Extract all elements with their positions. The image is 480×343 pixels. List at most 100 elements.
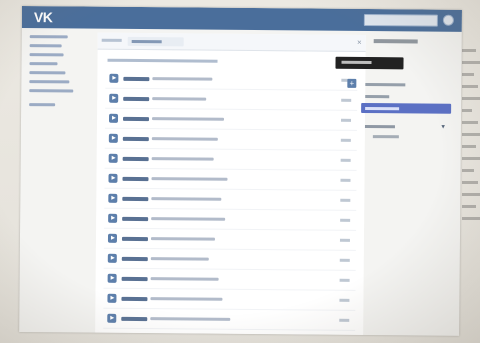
- track-row[interactable]: [104, 108, 358, 131]
- play-icon[interactable]: [107, 313, 117, 323]
- track-artist[interactable]: [122, 176, 149, 182]
- play-icon[interactable]: [109, 73, 119, 83]
- audio-menu-item-active[interactable]: [361, 102, 452, 114]
- track-row[interactable]: [104, 208, 357, 231]
- track-row[interactable]: [103, 308, 356, 331]
- track-artist[interactable]: [121, 276, 148, 282]
- track-duration: [340, 198, 351, 202]
- track-title: [150, 297, 223, 301]
- right-panel: + ▾: [335, 35, 460, 176]
- sidebar-item[interactable]: [29, 53, 90, 60]
- track-artist[interactable]: [123, 96, 150, 102]
- audio-menu-item[interactable]: [361, 79, 451, 90]
- header-hint: [101, 38, 122, 42]
- track-list: [103, 68, 358, 336]
- track-row[interactable]: [103, 268, 356, 291]
- track-artist[interactable]: [121, 256, 148, 262]
- chevron-down-icon: ▾: [441, 123, 445, 131]
- track-title: [152, 77, 213, 81]
- audio-menu-label: [365, 94, 390, 99]
- sidebar-item-label: [29, 89, 74, 93]
- sidebar-item-label: [29, 62, 58, 66]
- track-title: [151, 177, 228, 181]
- sidebar-item-label: [29, 80, 70, 84]
- sidebar-item[interactable]: [29, 103, 89, 110]
- track-duration: [339, 258, 350, 262]
- audio-menu-item[interactable]: [361, 91, 451, 102]
- track-row[interactable]: [104, 128, 357, 151]
- play-icon[interactable]: [107, 253, 117, 263]
- track-title: [151, 197, 222, 201]
- tooltip: [335, 56, 404, 70]
- track-title: [152, 117, 225, 121]
- audio-menu-label: [365, 106, 400, 111]
- play-icon[interactable]: [108, 173, 118, 183]
- user-name[interactable]: [373, 39, 418, 44]
- track-artist[interactable]: [122, 156, 149, 162]
- track-row[interactable]: [104, 168, 357, 191]
- browser-page: VK × + ▾: [19, 6, 462, 336]
- sidebar-item[interactable]: [29, 71, 89, 78]
- sidebar-item-label: [29, 53, 64, 57]
- add-button[interactable]: +: [347, 78, 357, 88]
- track-title: [150, 237, 215, 241]
- track-artist[interactable]: [122, 216, 149, 222]
- sidebar-item[interactable]: [29, 89, 89, 96]
- play-icon[interactable]: [108, 153, 118, 163]
- play-icon[interactable]: [108, 113, 119, 123]
- play-icon[interactable]: [107, 273, 117, 283]
- track-artist[interactable]: [121, 236, 148, 242]
- audio-header: ×: [97, 32, 366, 53]
- sidebar-item-label: [29, 103, 56, 107]
- search-icon[interactable]: [442, 14, 454, 26]
- play-icon[interactable]: [108, 213, 118, 223]
- sidebar-item-label: [29, 71, 66, 75]
- play-icon[interactable]: [107, 293, 117, 303]
- track-title: [151, 137, 218, 141]
- filter-dropdown[interactable]: ▾: [361, 121, 449, 132]
- sidebar-item-label: [29, 44, 62, 48]
- track-row[interactable]: [103, 248, 356, 271]
- track-row[interactable]: [105, 68, 358, 91]
- audio-menu: [361, 79, 452, 116]
- list-subtitle: [107, 58, 218, 63]
- vk-logo[interactable]: VK: [34, 9, 53, 25]
- track-duration: [339, 278, 350, 282]
- track-row[interactable]: [103, 288, 356, 311]
- track-artist[interactable]: [122, 136, 149, 142]
- filter-label: [364, 124, 395, 129]
- track-artist[interactable]: [123, 116, 150, 122]
- track-row[interactable]: [104, 188, 357, 211]
- track-title: [150, 317, 231, 321]
- filter-option[interactable]: [372, 135, 399, 139]
- search-input[interactable]: [363, 13, 438, 27]
- track-row[interactable]: [104, 148, 357, 171]
- track-artist[interactable]: [121, 296, 148, 302]
- sidebar-item[interactable]: [29, 80, 89, 87]
- sidebar-item[interactable]: [29, 62, 89, 69]
- play-icon[interactable]: [108, 133, 118, 143]
- sidebar-item[interactable]: [29, 35, 90, 42]
- audio-menu-label: [365, 82, 406, 87]
- bleed-through-text: [462, 40, 480, 330]
- track-duration: [339, 318, 350, 322]
- track-artist[interactable]: [123, 76, 150, 82]
- track-row[interactable]: [103, 228, 357, 251]
- track-row[interactable]: [105, 88, 358, 111]
- left-sidebar: [29, 32, 90, 113]
- play-icon[interactable]: [107, 233, 118, 243]
- track-duration: [340, 178, 351, 182]
- track-duration: [340, 218, 351, 222]
- track-title: [150, 277, 219, 281]
- sidebar-item[interactable]: [29, 44, 90, 51]
- track-title: [151, 157, 214, 161]
- track-duration: [339, 298, 350, 302]
- play-icon[interactable]: [109, 93, 119, 103]
- play-icon[interactable]: [108, 193, 118, 203]
- track-artist[interactable]: [122, 196, 149, 202]
- audio-list-panel: ×: [95, 32, 366, 336]
- track-artist[interactable]: [121, 316, 148, 322]
- track-title: [151, 217, 226, 221]
- tab-label: [131, 39, 162, 44]
- tab-audio[interactable]: [127, 36, 184, 47]
